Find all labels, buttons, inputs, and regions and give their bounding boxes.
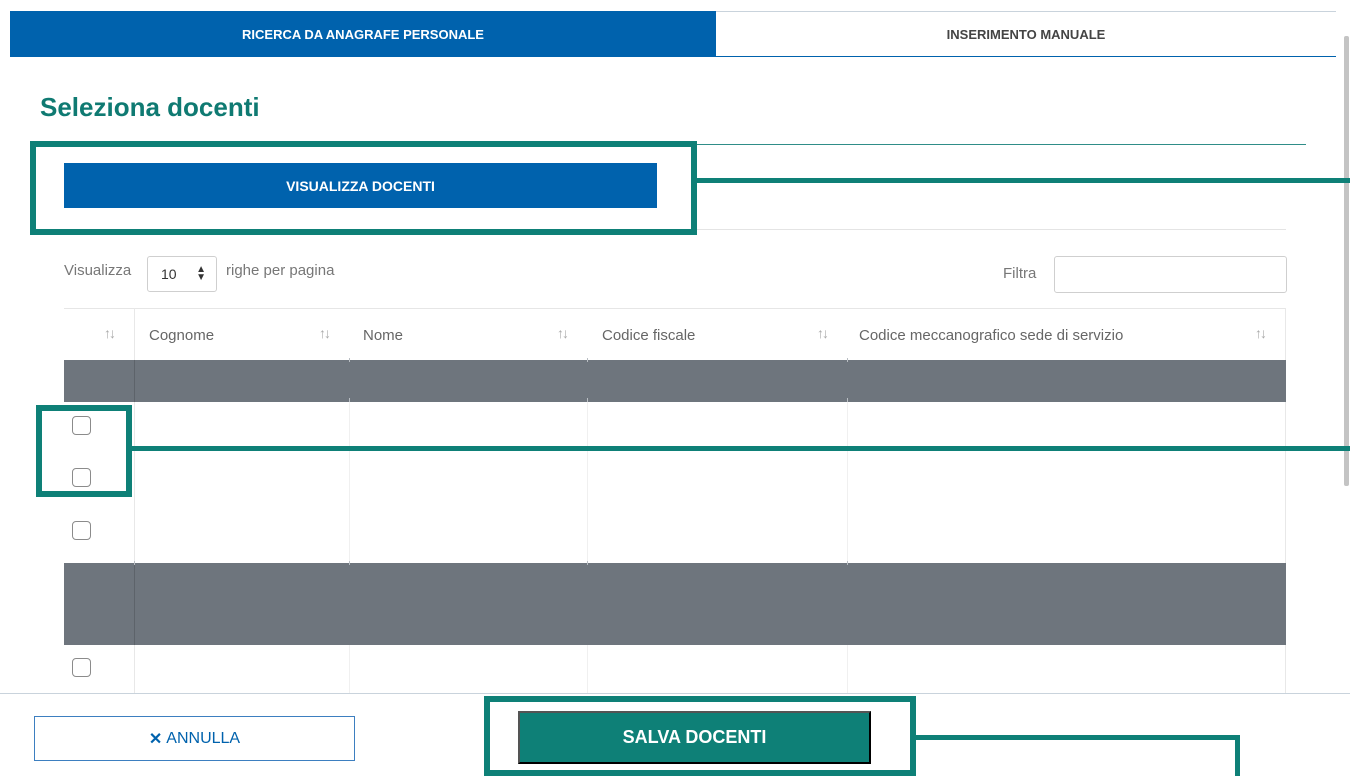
- salva-docenti-button[interactable]: SALVA DOCENTI: [518, 711, 871, 764]
- tab-inserimento-manuale[interactable]: INSERIMENTO MANUALE: [716, 11, 1336, 57]
- column-header-nome[interactable]: Nome: [363, 309, 403, 361]
- visualizza-docenti-button[interactable]: VISUALIZZA DOCENTI: [64, 163, 657, 208]
- cell-tick: [134, 561, 135, 565]
- length-suffix-label: righe per pagina: [226, 262, 335, 279]
- cell-tick: [587, 561, 588, 565]
- annulla-label: ANNULLA: [166, 729, 241, 747]
- table-row-highlighted[interactable]: [64, 563, 1286, 645]
- cell-tick: [587, 398, 588, 402]
- row-checkbox[interactable]: [72, 416, 91, 435]
- highlight-leader-line: [697, 178, 1350, 183]
- column-divider: [349, 402, 350, 693]
- vertical-scrollbar[interactable]: [1344, 36, 1349, 486]
- column-header-cognome[interactable]: Cognome: [149, 309, 214, 361]
- highlight-leader-line: [1235, 735, 1240, 776]
- tab-ricerca-anagrafe[interactable]: RICERCA DA ANAGRAFE PERSONALE: [10, 11, 716, 57]
- cell-tick: [847, 358, 848, 362]
- column-divider: [587, 402, 588, 693]
- column-header-codice-fiscale[interactable]: Codice fiscale: [602, 309, 695, 361]
- sort-codice-fiscale-icon[interactable]: ↑↓: [817, 325, 829, 341]
- close-icon: ✕: [148, 730, 163, 748]
- sort-codice-meccanografico-icon[interactable]: ↑↓: [1255, 325, 1267, 341]
- length-prefix-label: Visualizza: [64, 262, 132, 279]
- sort-select-icon[interactable]: ↑↓: [104, 325, 116, 341]
- cell-tick: [349, 398, 350, 402]
- page: RICERCA DA ANAGRAFE PERSONALE INSERIMENT…: [0, 0, 1350, 776]
- section-divider: [64, 229, 1286, 230]
- cell-tick: [587, 358, 588, 362]
- cell-tick: [847, 398, 848, 402]
- filter-label: Filtra: [1003, 265, 1037, 282]
- rows-per-page-select[interactable]: 10 ▲ ▼: [147, 256, 217, 292]
- column-header-codice-meccanografico[interactable]: Codice meccanografico sede di servizio: [859, 309, 1123, 361]
- highlight-leader-line: [916, 735, 1240, 740]
- cell-tick: [349, 358, 350, 362]
- title-divider: [40, 144, 1306, 145]
- column-divider: [134, 360, 135, 402]
- table-header: ↑↓ Cognome ↑↓ Nome ↑↓ Codice fiscale ↑↓ …: [64, 308, 1286, 360]
- column-divider: [847, 402, 848, 693]
- table-row-highlighted[interactable]: [64, 360, 1286, 402]
- sort-nome-icon[interactable]: ↑↓: [557, 325, 569, 341]
- annulla-button[interactable]: ✕ ANNULLA: [34, 716, 355, 761]
- select-caret-icon: ▲ ▼: [196, 264, 206, 283]
- filter-input[interactable]: [1054, 256, 1287, 293]
- row-checkbox[interactable]: [72, 658, 91, 677]
- column-divider: [134, 563, 135, 645]
- row-checkbox[interactable]: [72, 468, 91, 487]
- page-title: Seleziona docenti: [40, 92, 260, 122]
- tab-bar: RICERCA DA ANAGRAFE PERSONALE INSERIMENT…: [10, 11, 1336, 57]
- sort-cognome-icon[interactable]: ↑↓: [319, 325, 331, 341]
- row-checkbox[interactable]: [72, 521, 91, 540]
- rows-per-page-value: 10: [161, 266, 177, 282]
- cell-tick: [349, 561, 350, 565]
- footer-divider: [0, 693, 1350, 694]
- highlight-leader-line: [132, 446, 1350, 451]
- cell-tick: [847, 561, 848, 565]
